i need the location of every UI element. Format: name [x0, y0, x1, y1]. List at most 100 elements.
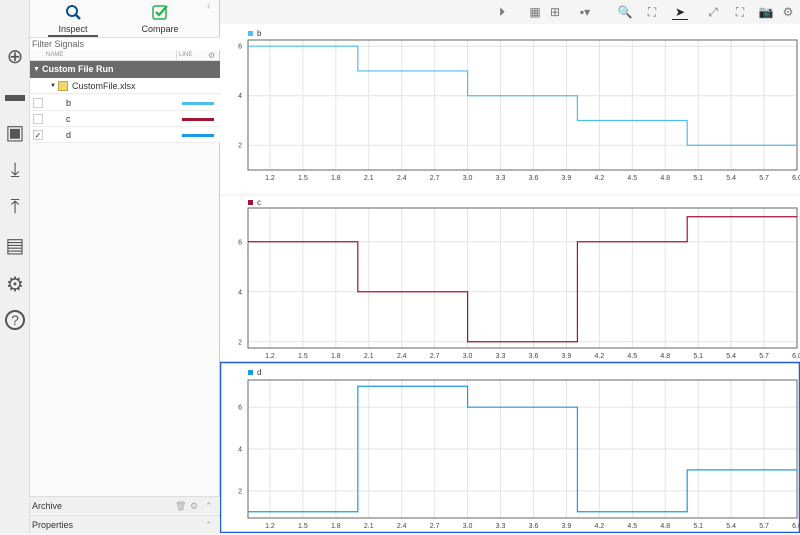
plot-b[interactable]: 1.21.51.82.12.42.73.03.33.63.94.24.54.85… [220, 24, 800, 194]
column-settings-icon[interactable]: ⚙ [208, 50, 215, 61]
report-icon[interactable]: ▤ [3, 233, 27, 257]
fullscreen-icon[interactable]: ⛶ [732, 4, 748, 20]
x-tick-label: 3.0 [463, 175, 473, 182]
tab-compare[interactable]: Compare [125, 4, 195, 34]
properties-section[interactable]: Properties ⌃ [30, 515, 220, 533]
y-tick-label: 2 [238, 339, 242, 346]
chevron-up-icon[interactable]: ⌃ [205, 516, 213, 534]
x-tick-label: 2.1 [364, 523, 374, 530]
signals-panel: Inspect Compare ‹ Filter Signals NAME LI… [30, 0, 220, 533]
x-tick-label: 3.6 [529, 523, 539, 530]
x-tick-label: 3.3 [496, 523, 506, 530]
tab-inspect[interactable]: Inspect [38, 4, 108, 37]
replay-icon[interactable]: ⏵ [494, 4, 510, 20]
plot-c[interactable]: 1.21.51.82.12.42.73.03.33.63.94.24.54.85… [220, 196, 800, 366]
x-tick-label: 5.4 [726, 353, 736, 360]
x-tick-label: 2.7 [430, 353, 440, 360]
x-tick-label: 3.9 [562, 353, 572, 360]
x-tick-label: 4.5 [627, 353, 637, 360]
fit-to-view-icon[interactable]: ⛶ [644, 4, 660, 20]
y-tick-label: 6 [238, 405, 242, 412]
x-tick-label: 1.8 [331, 353, 341, 360]
x-tick-label: 6.0 [792, 175, 800, 182]
cursor-icon[interactable]: ➤ [672, 4, 688, 20]
file-row[interactable]: ▼ CustomFile.xlsx [30, 78, 220, 94]
search-icon [65, 4, 81, 20]
settings-icon[interactable]: ⚙ [190, 497, 198, 515]
x-tick-label: 3.3 [496, 353, 506, 360]
icon-bar: ⊕ ▬ ▣ ⤓ ⤒ ▤ ⚙? [0, 0, 30, 533]
x-tick-label: 5.1 [693, 175, 703, 182]
x-tick-label: 5.1 [693, 353, 703, 360]
toolbar: ⏵ ▦⊞ ▪▾ 🔍▾ ⛶ ➤ ⤢ ⛶ 📷 ⚙ [220, 0, 800, 24]
settings-icon[interactable]: ⚙ [780, 4, 796, 20]
legend-label: d [257, 368, 261, 377]
run-row[interactable]: ▼Custom File Run [30, 61, 220, 78]
x-tick-label: 3.0 [463, 353, 473, 360]
settings-icon[interactable]: ⚙ [3, 272, 27, 296]
x-tick-label: 3.0 [463, 523, 473, 530]
plot-area: 1.21.51.82.12.42.73.03.33.63.94.24.54.85… [220, 24, 800, 533]
layout-icon[interactable]: ▦ [527, 4, 543, 20]
y-tick-label: 2 [238, 488, 242, 495]
x-tick-label: 4.2 [594, 523, 604, 530]
legend-swatch [248, 200, 253, 205]
x-tick-label: 1.8 [331, 523, 341, 530]
snapshot-icon[interactable]: 📷 [758, 4, 774, 20]
x-tick-label: 1.2 [265, 175, 275, 182]
x-tick-label: 3.9 [562, 523, 572, 530]
save-icon[interactable]: ▣ [3, 120, 27, 144]
x-tick-label: 5.4 [726, 523, 736, 530]
signal-row[interactable]: ✓ d [30, 127, 220, 143]
visualization-icon[interactable]: ▪▾ [577, 4, 593, 20]
x-tick-label: 5.7 [759, 523, 769, 530]
signal-name: d [66, 127, 71, 143]
y-tick-label: 4 [238, 93, 242, 100]
x-tick-label: 1.5 [298, 353, 308, 360]
x-tick-label: 4.5 [627, 523, 637, 530]
x-tick-label: 5.7 [759, 353, 769, 360]
x-tick-label: 6.0 [792, 353, 800, 360]
line-style-swatch[interactable] [182, 102, 214, 105]
signal-row[interactable]: c [30, 111, 220, 127]
new-icon[interactable]: ⊕ [3, 44, 27, 68]
x-tick-label: 4.8 [660, 175, 670, 182]
expand-caret-icon[interactable]: ▼ [33, 61, 40, 78]
expand-caret-icon[interactable]: ▼ [50, 78, 56, 94]
spreadsheet-icon [58, 81, 68, 91]
line-style-swatch[interactable] [182, 118, 214, 121]
chevron-up-icon[interactable]: ⌃ [205, 497, 213, 515]
line-style-swatch[interactable] [182, 134, 214, 137]
archive-section[interactable]: Archive 🗑 ⚙ ⌃ [30, 496, 220, 514]
signal-checkbox[interactable]: ✓ [33, 130, 43, 140]
legend-swatch [248, 370, 253, 375]
export-icon[interactable]: ⤒ [3, 195, 27, 219]
x-tick-label: 1.2 [265, 353, 275, 360]
help-icon[interactable]: ? [5, 310, 25, 330]
legend-swatch [248, 31, 253, 36]
open-folder-icon[interactable]: ▬ [3, 83, 27, 107]
y-tick-label: 4 [238, 447, 242, 454]
x-tick-label: 2.7 [430, 175, 440, 182]
x-tick-label: 2.7 [430, 523, 440, 530]
trash-icon[interactable]: 🗑 [175, 497, 186, 515]
x-tick-label: 5.4 [726, 175, 736, 182]
legend-label: c [257, 198, 261, 207]
zoom-in-icon[interactable]: 🔍▾ [617, 4, 633, 20]
collapse-panel-icon[interactable]: ‹ [207, 1, 210, 12]
compare-check-icon [152, 4, 168, 20]
y-tick-label: 6 [238, 44, 242, 51]
x-tick-label: 3.9 [562, 175, 572, 182]
x-tick-label: 3.3 [496, 175, 506, 182]
y-tick-label: 6 [238, 239, 242, 246]
expand-icon[interactable]: ⤢ [705, 4, 721, 20]
signal-checkbox[interactable] [33, 98, 43, 108]
import-icon[interactable]: ⤓ [3, 158, 27, 182]
x-tick-label: 4.8 [660, 353, 670, 360]
signal-checkbox[interactable] [33, 114, 43, 124]
filter-signals-input[interactable]: Filter Signals [30, 37, 220, 50]
plot-d[interactable]: 1.21.51.82.12.42.73.03.33.63.94.24.54.85… [221, 363, 800, 533]
signal-row[interactable]: b [30, 95, 220, 111]
subplot-grid-icon[interactable]: ⊞ [547, 4, 563, 20]
x-tick-label: 1.5 [298, 523, 308, 530]
